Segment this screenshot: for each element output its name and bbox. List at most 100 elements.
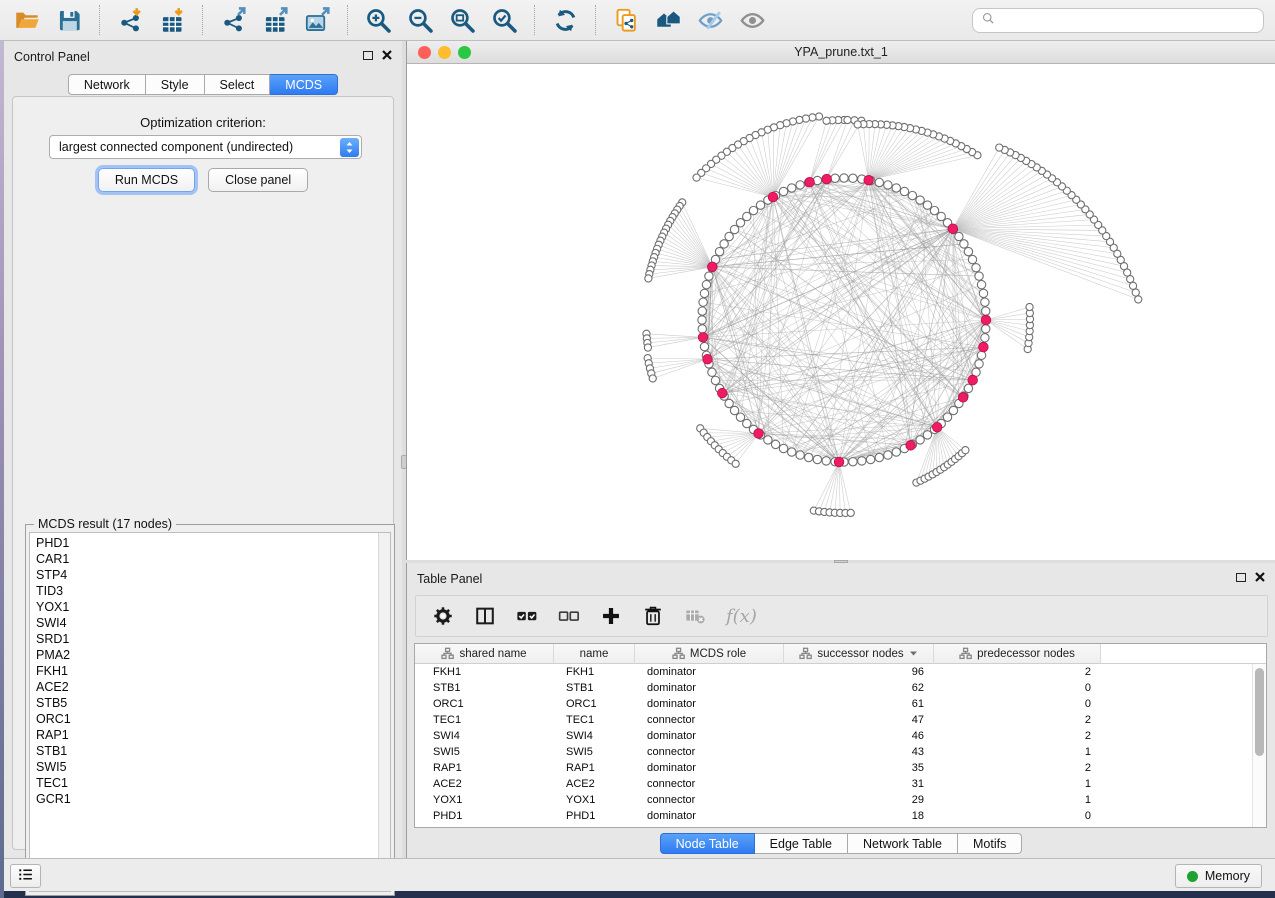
- mcds-hub-node[interactable]: [703, 354, 713, 364]
- mcds-hub-node[interactable]: [968, 375, 978, 385]
- float-panel-icon[interactable]: [1236, 573, 1246, 582]
- table-row[interactable]: YOX1YOX1connector291: [415, 792, 1252, 808]
- first-neighbors-button[interactable]: [650, 3, 686, 37]
- cell-predecessor-nodes: 0: [934, 696, 1101, 712]
- zoom-out-button[interactable]: [402, 3, 438, 37]
- save-session-button[interactable]: [51, 3, 87, 37]
- mcds-hub-node[interactable]: [717, 388, 727, 398]
- cell-shared-name: SWI5: [415, 744, 554, 760]
- export-table-button[interactable]: [257, 3, 293, 37]
- search-input[interactable]: [1002, 13, 1255, 29]
- table-row[interactable]: STB1STB1dominator620: [415, 680, 1252, 696]
- tab-motifs[interactable]: Motifs: [958, 833, 1022, 854]
- table-row[interactable]: FKH1FKH1dominator962: [415, 664, 1252, 680]
- tab-edge-table[interactable]: Edge Table: [755, 833, 848, 854]
- memory-button[interactable]: Memory: [1175, 864, 1262, 888]
- tab-select[interactable]: Select: [205, 74, 271, 95]
- toolbar-separator: [595, 5, 596, 35]
- mcds-hub-node[interactable]: [805, 177, 815, 187]
- mcds-result-list[interactable]: PHD1CAR1STP4TID3YOX1SWI4SRD1PMA2FKH1ACE2…: [29, 532, 391, 892]
- mcds-hub-node[interactable]: [864, 175, 874, 185]
- control-panel-tabs: NetworkStyleSelectMCDS: [4, 74, 402, 95]
- mcds-hub-node[interactable]: [834, 457, 844, 467]
- mcds-hub-node[interactable]: [948, 224, 958, 234]
- zoom-selected-button[interactable]: [486, 3, 522, 37]
- cell-mcds-role: connector: [635, 792, 784, 808]
- hide-selected-button[interactable]: [692, 3, 728, 37]
- column-header-predecessor-nodes[interactable]: predecessor nodes: [934, 644, 1101, 664]
- tab-node-table[interactable]: Node Table: [660, 833, 755, 854]
- show-columns-button[interactable]: [474, 605, 496, 627]
- column-header-shared-name[interactable]: shared name: [415, 644, 554, 664]
- select-all-columns-button[interactable]: [516, 605, 538, 627]
- import-network-button[interactable]: [112, 3, 148, 37]
- mcds-hub-node[interactable]: [822, 174, 832, 184]
- minimize-window-icon[interactable]: [438, 46, 451, 59]
- table-row[interactable]: SWI5SWI5connector431: [415, 744, 1252, 760]
- toolbar-separator: [534, 5, 535, 35]
- show-all-button[interactable]: [734, 3, 770, 37]
- zoom-in-icon: [365, 7, 392, 34]
- mcds-result-item: STB5: [30, 695, 390, 711]
- table-body: FKH1FKH1dominator962STB1STB1dominator620…: [415, 664, 1252, 827]
- deselect-all-columns-button[interactable]: [558, 605, 580, 627]
- refresh-icon: [552, 7, 579, 34]
- apply-layout-button[interactable]: [547, 3, 583, 37]
- export-image-icon: [304, 7, 331, 34]
- mcds-hub-node[interactable]: [754, 429, 764, 439]
- export-network-button[interactable]: [215, 3, 251, 37]
- table-settings-button[interactable]: [432, 605, 454, 627]
- table-row[interactable]: PHD1PHD1dominator180: [415, 808, 1252, 824]
- network-canvas[interactable]: [407, 64, 1275, 560]
- cell-shared-name: SWI4: [415, 728, 554, 744]
- table-row[interactable]: TEC1TEC1connector472: [415, 712, 1252, 728]
- tab-network[interactable]: Network: [68, 74, 146, 95]
- table-row[interactable]: ACE2ACE2connector311: [415, 776, 1252, 792]
- run-mcds-button[interactable]: Run MCDS: [98, 168, 195, 192]
- table-row[interactable]: ORC1ORC1dominator610: [415, 696, 1252, 712]
- copy-network-button[interactable]: [608, 3, 644, 37]
- close-panel-icon[interactable]: [1255, 572, 1265, 582]
- search-box[interactable]: [972, 8, 1264, 33]
- close-panel-icon[interactable]: [382, 50, 392, 60]
- zoom-fit-button[interactable]: [444, 3, 480, 37]
- open-file-button[interactable]: [9, 3, 45, 37]
- mcds-hub-node[interactable]: [981, 315, 991, 325]
- tab-style[interactable]: Style: [146, 74, 205, 95]
- table-scrollbar[interactable]: [1252, 664, 1266, 827]
- column-header-mcds-role[interactable]: MCDS role: [635, 644, 784, 664]
- column-header-successor-nodes[interactable]: successor nodes: [784, 644, 934, 664]
- mcds-hub-node[interactable]: [958, 393, 968, 403]
- cell-filler: [1101, 792, 1252, 808]
- zoom-in-button[interactable]: [360, 3, 396, 37]
- import-table-button[interactable]: [154, 3, 190, 37]
- mcds-hub-node[interactable]: [979, 342, 989, 352]
- table-row[interactable]: RAP1RAP1dominator352: [415, 760, 1252, 776]
- mcds-tab-content: Optimization criterion: largest connecte…: [12, 96, 394, 850]
- mcds-hub-node[interactable]: [698, 333, 708, 343]
- mcds-hub-node[interactable]: [708, 262, 718, 272]
- maximize-window-icon[interactable]: [458, 46, 471, 59]
- delete-column-button[interactable]: [642, 605, 664, 627]
- export-image-button[interactable]: [299, 3, 335, 37]
- mcds-result-item: PHD1: [30, 535, 390, 551]
- close-panel-button[interactable]: Close panel: [208, 168, 308, 192]
- add-column-button[interactable]: [600, 605, 622, 627]
- float-panel-icon[interactable]: [363, 51, 373, 60]
- mcds-list-scrollbar[interactable]: [378, 533, 390, 891]
- scrollbar-thumb[interactable]: [1255, 668, 1264, 756]
- table-row[interactable]: SWI4SWI4dominator462: [415, 728, 1252, 744]
- panel-list-button[interactable]: [10, 864, 41, 888]
- tab-network-table[interactable]: Network Table: [848, 833, 958, 854]
- column-header-name[interactable]: name: [554, 644, 635, 664]
- mcds-hub-node[interactable]: [932, 422, 942, 432]
- cell-successor-nodes: 62: [784, 680, 934, 696]
- tab-mcds[interactable]: MCDS: [270, 74, 338, 95]
- optimization-criterion-select[interactable]: largest connected component (undirected): [49, 135, 362, 159]
- mcds-hub-node[interactable]: [906, 441, 916, 451]
- close-window-icon[interactable]: [418, 46, 431, 59]
- columns-icon: [474, 605, 496, 627]
- cell-name: SWI4: [554, 728, 635, 744]
- network-window-titlebar[interactable]: YPA_prune.txt_1: [407, 41, 1275, 64]
- mcds-hub-node[interactable]: [768, 192, 778, 202]
